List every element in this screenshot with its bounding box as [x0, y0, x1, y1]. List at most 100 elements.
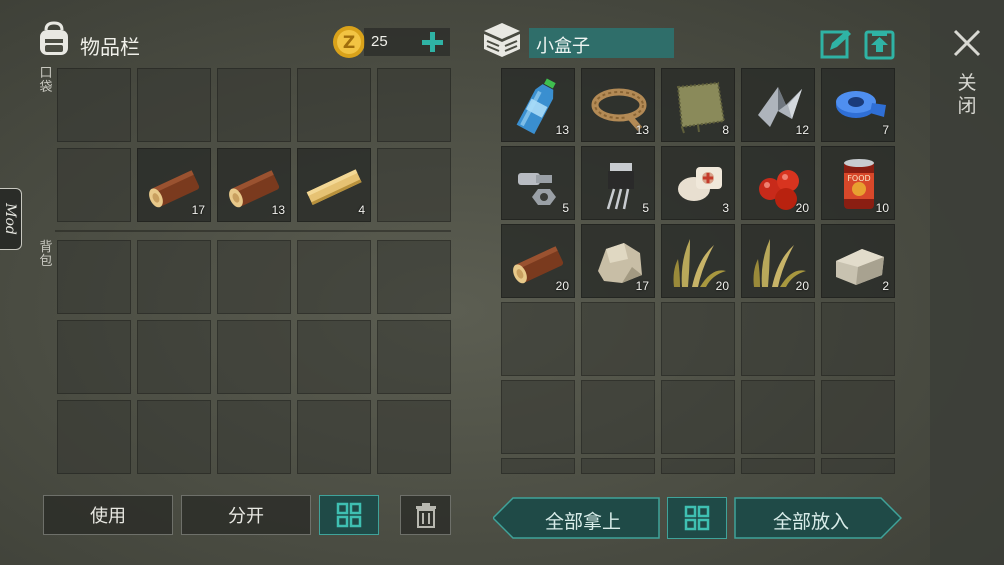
duct-tape-icon	[836, 91, 886, 118]
container-slot[interactable]: 13	[501, 68, 575, 142]
item-count: 8	[722, 123, 729, 137]
put-all-button[interactable]: 全部放入	[734, 497, 902, 539]
item-count: 13	[271, 203, 285, 217]
mod-tab-label: Mod	[2, 203, 18, 235]
backpack-slot-empty[interactable]	[217, 320, 291, 394]
container-slot[interactable]: 20	[501, 224, 575, 298]
plank-icon	[306, 169, 362, 205]
cloth-icon	[676, 81, 726, 134]
svg-text:FOOD: FOOD	[847, 174, 870, 183]
container-slot-empty[interactable]	[821, 302, 895, 376]
container-slot-empty[interactable]	[661, 302, 735, 376]
backpack-slot-empty[interactable]	[377, 400, 451, 474]
backpack-slot-empty[interactable]	[297, 240, 371, 314]
container-slot[interactable]: 20	[741, 224, 815, 298]
backpack-slot-empty[interactable]	[217, 240, 291, 314]
container-slot[interactable]: 3	[661, 146, 735, 220]
backpack-slot-empty[interactable]	[297, 320, 371, 394]
container-slot[interactable]: 13	[581, 68, 655, 142]
item-count: 5	[642, 201, 649, 215]
pocket-slot-empty[interactable]	[137, 68, 211, 142]
pocket-slot[interactable]: 4	[297, 148, 371, 222]
container-slot[interactable]: 8	[661, 68, 735, 142]
add-coins-button[interactable]	[418, 28, 446, 56]
item-count: 20	[795, 201, 809, 215]
backpack-slot-empty[interactable]	[57, 240, 131, 314]
container-slot[interactable]: 5	[501, 146, 575, 220]
container-slot-empty[interactable]	[661, 458, 735, 474]
grid-icon	[684, 505, 710, 531]
backpack-slot-empty[interactable]	[377, 240, 451, 314]
pocket-slot[interactable]: 17	[137, 148, 211, 222]
container-slot-empty[interactable]	[821, 380, 895, 454]
pocket-slot-empty[interactable]	[217, 68, 291, 142]
bandage-icon	[678, 167, 722, 201]
coin-count: 25	[371, 33, 388, 50]
container-slot-empty[interactable]	[581, 380, 655, 454]
container-slot-empty[interactable]	[741, 380, 815, 454]
container-slot-empty[interactable]	[581, 302, 655, 376]
backpack-icon	[36, 20, 72, 58]
pocket-label: 口袋	[39, 66, 53, 95]
container-slot-empty[interactable]	[741, 458, 815, 474]
backpack-slot-empty[interactable]	[137, 400, 211, 474]
backpack-slot-empty[interactable]	[297, 400, 371, 474]
backpack-slot-empty[interactable]	[57, 320, 131, 394]
item-count: 17	[635, 279, 649, 293]
pocket-slot-empty[interactable]	[57, 68, 131, 142]
pocket-slot-empty[interactable]	[377, 148, 451, 222]
container-slot-empty[interactable]	[501, 458, 575, 474]
close-button[interactable]	[950, 26, 984, 60]
item-count: 7	[882, 123, 889, 137]
container-slot-empty[interactable]	[501, 380, 575, 454]
take-all-button[interactable]: 全部拿上	[493, 497, 660, 539]
pocket-slot[interactable]: 13	[217, 148, 291, 222]
container-slot-empty[interactable]	[821, 458, 895, 474]
upload-button[interactable]	[864, 28, 896, 60]
split-button[interactable]: 分开	[181, 495, 311, 535]
item-count: 4	[358, 203, 365, 217]
item-count: 2	[882, 279, 889, 293]
sort-container-button[interactable]	[667, 497, 727, 539]
container-slot[interactable]: 2	[821, 224, 895, 298]
backpack-slot-empty[interactable]	[137, 320, 211, 394]
item-count: 20	[555, 279, 569, 293]
pocket-slot-empty[interactable]	[297, 68, 371, 142]
item-count: 10	[875, 201, 889, 215]
backpack-slot-empty[interactable]	[377, 320, 451, 394]
container-slot-empty[interactable]	[501, 302, 575, 376]
container-slot-empty[interactable]	[581, 458, 655, 474]
container-name-text: 小盒子	[536, 36, 590, 57]
pocket-slot-empty[interactable]	[377, 68, 451, 142]
edit-icon	[820, 30, 851, 59]
grid-icon	[336, 502, 362, 528]
container-slot-empty[interactable]	[741, 302, 815, 376]
item-count: 3	[722, 201, 729, 215]
backpack-slot-empty[interactable]	[57, 400, 131, 474]
use-button[interactable]: 使用	[43, 495, 173, 535]
trash-button[interactable]	[400, 495, 451, 535]
container-slot[interactable]: 7	[821, 68, 895, 142]
plus-icon	[422, 32, 443, 52]
container-slot[interactable]: 12	[741, 68, 815, 142]
backpack-slot-empty[interactable]	[137, 240, 211, 314]
item-count: 13	[555, 123, 569, 137]
backpack-slot-empty[interactable]	[217, 400, 291, 474]
container-box-icon	[481, 20, 523, 60]
mod-tab[interactable]: Mod	[0, 188, 22, 250]
container-slot[interactable]: 20	[661, 224, 735, 298]
container-slot-empty[interactable]	[661, 380, 735, 454]
container-name-field[interactable]: 小盒子	[529, 28, 674, 58]
item-count: 12	[795, 123, 809, 137]
item-count: 5	[562, 201, 569, 215]
rename-button[interactable]	[820, 28, 852, 60]
sort-inventory-button[interactable]	[319, 495, 379, 535]
backpack-label: 背包	[39, 240, 53, 269]
container-slot[interactable]: 20	[741, 146, 815, 220]
container-slot[interactable]: 17	[581, 224, 655, 298]
container-slot[interactable]: FOOD 10	[821, 146, 895, 220]
container-slot[interactable]: 5	[581, 146, 655, 220]
close-label: 关闭	[957, 72, 977, 117]
inventory-title: 物品栏	[80, 35, 140, 59]
pocket-slot-empty[interactable]	[57, 148, 131, 222]
